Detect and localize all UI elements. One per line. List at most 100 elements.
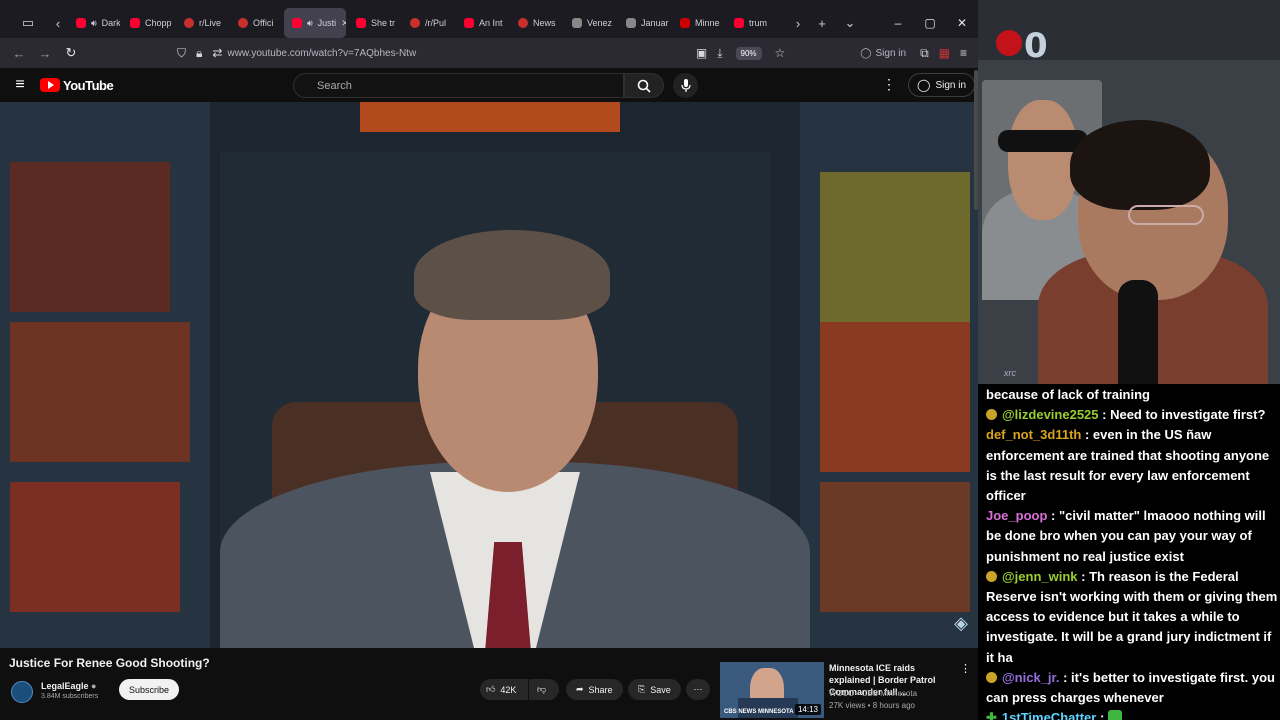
books-left-lower [10, 482, 180, 612]
chat-username[interactable]: @lizdevine2525 [1002, 407, 1099, 422]
account-circle-icon: ◯ [917, 78, 931, 92]
browser-signin-label: Sign in [875, 47, 907, 59]
browser-tab[interactable]: 🔊︎ Dark S [68, 8, 120, 38]
guide-menu-icon[interactable]: ≡ [0, 76, 40, 94]
subscribe-button[interactable]: Subscribe [119, 679, 179, 700]
recommended-thumbnail[interactable]: CBS NEWS MINNESOTA 14:13 [720, 662, 824, 718]
channel-name[interactable]: LegalEagle ● [41, 681, 96, 691]
zoom-level[interactable]: 90% [735, 46, 762, 60]
tab-label: Dark S [101, 18, 120, 28]
tab-favicon-icon [130, 18, 140, 28]
search-button[interactable] [624, 73, 664, 98]
scroll-tabs-right-icon[interactable]: › [788, 9, 808, 37]
bookmark-star-icon[interactable]: ☆ [775, 46, 786, 60]
tab-audio-icon[interactable]: 🔊︎ [307, 18, 313, 29]
browser-tab[interactable]: Offici [230, 8, 282, 38]
youtube-signin-button[interactable]: ◯ Sign in [908, 73, 976, 97]
forward-icon[interactable]: → [32, 46, 58, 61]
tab-label: She tr [371, 18, 396, 28]
tab-overview-icon[interactable]: ▭ [8, 9, 48, 37]
browser-tab[interactable]: An Int [456, 8, 508, 38]
voice-search-button[interactable] [673, 73, 698, 98]
new-tab-icon[interactable]: + [808, 9, 836, 37]
like-button[interactable]: 👍︎ 42K [480, 679, 528, 700]
recommended-more-icon[interactable]: ⋮ [960, 662, 971, 675]
tab-label: r/Live [199, 18, 222, 28]
subscriber-badge-icon [986, 671, 997, 683]
tab-close-icon[interactable]: ✕ [341, 18, 346, 29]
screen: ▭ ‹ 🔊︎ Dark S Chopp r/Live Offici 🔊︎ Justi ✕ She… [0, 0, 1280, 720]
chat-username[interactable]: @nick_jr. [1002, 670, 1059, 685]
reload-icon[interactable]: ↻ [58, 45, 84, 61]
shield-icon[interactable]: ⛉ [177, 46, 186, 61]
back-icon[interactable]: ← [6, 46, 32, 61]
chat-username[interactable]: Joe_poop [986, 508, 1047, 523]
browser-tab[interactable]: She tr [348, 8, 400, 38]
close-window-icon[interactable]: ✕ [946, 16, 978, 30]
url-text[interactable]: www.youtube.com/watch?v=7AQbhes-Ntw [227, 48, 416, 59]
share-arrow-icon: ➦ [576, 684, 584, 694]
download-icon[interactable]: ⤓ [717, 46, 722, 61]
chat-message: def_not_3d11th : even in the US ñaw enfo… [986, 425, 1280, 506]
browser-tab[interactable]: Minne [672, 8, 724, 38]
chat-username[interactable]: def_not_3d11th [986, 427, 1081, 442]
browser-tab[interactable]: Chopp [122, 8, 174, 38]
first-time-chatter-icon: ✚ [986, 710, 997, 720]
navigation-bar: ← → ↻ ⛉ 🔒︎ ⇄ www.youtube.com/watch?v=7AQ… [0, 38, 978, 68]
books-left-upper [10, 162, 170, 312]
settings-more-icon[interactable]: ⋮ [882, 76, 896, 93]
tab-audio-icon[interactable]: 🔊︎ [91, 18, 97, 29]
tab-label: Minne [695, 18, 720, 28]
extensions-icon[interactable]: ⧉ [920, 46, 929, 61]
browser-tab[interactable]: /r/Pul [402, 8, 454, 38]
scroll-tabs-left-icon[interactable]: ‹ [48, 9, 68, 37]
subscriber-badge-icon [986, 409, 997, 421]
video-player[interactable]: ◈ [0, 102, 978, 648]
microphone-icon [680, 78, 691, 92]
channel-watermark-icon[interactable]: ◈ [954, 613, 968, 634]
tab-favicon-icon [76, 18, 86, 28]
browser-tab[interactable]: r/Live [176, 8, 228, 38]
menu-icon[interactable]: ≡ [960, 46, 967, 60]
browser-tab[interactable]: trum [726, 8, 778, 38]
address-bar[interactable]: ⛉ 🔒︎ ⇄ www.youtube.com/watch?v=7AQbhes-N… [172, 42, 972, 64]
search-icon [637, 79, 651, 93]
search-box[interactable] [293, 73, 624, 98]
youtube-logo[interactable]: YouTube [40, 78, 114, 93]
reader-mode-icon[interactable]: ▣ [696, 46, 707, 60]
more-actions-button[interactable]: ⋯ [686, 679, 710, 700]
browser-tab[interactable]: Januar [618, 8, 670, 38]
save-button[interactable]: ⎘ Save [628, 679, 681, 700]
subscriber-count: 3.84M subscribers [41, 693, 99, 700]
search-input[interactable] [317, 79, 623, 92]
youtube-signin-label: Sign in [935, 79, 967, 91]
save-bookmark-icon: ⎘ [638, 684, 646, 694]
live-chat: because of lack of training @lizdevine252… [978, 384, 1280, 720]
permissions-icon[interactable]: ⇄ [212, 46, 222, 60]
browser-signin-button[interactable]: ◯ Sign in [860, 48, 906, 59]
chat-username[interactable]: @jenn_wink [1002, 569, 1078, 584]
tab-label: Offici [253, 18, 274, 28]
recommended-channel[interactable]: WCCO - CBS Minnesota [829, 688, 917, 700]
channel-name-text[interactable]: LegalEagle [41, 681, 89, 691]
channel-avatar[interactable] [11, 681, 33, 703]
account-icon: ◯ [860, 47, 872, 59]
browser-tab[interactable]: Venez [564, 8, 616, 38]
chat-message: because of lack of training [986, 385, 1280, 405]
dislike-button[interactable]: 👎︎ [529, 679, 559, 700]
tab-favicon-icon [680, 18, 690, 28]
presenter-hair [414, 230, 610, 320]
minimize-icon[interactable]: – [882, 16, 914, 30]
thumbs-down-icon: 👎︎ [537, 684, 547, 694]
tab-list-icon[interactable]: ⌄ [836, 9, 864, 37]
chat-username[interactable]: 1stTimeChatter [1002, 710, 1096, 720]
browser-tab[interactable]: News [510, 8, 562, 38]
maximize-icon[interactable]: ▢ [914, 16, 946, 30]
youtube-play-icon [40, 78, 60, 92]
overlay-tag: xrc [1004, 368, 1016, 378]
browser-tab[interactable]: 🔊︎ Justi ✕ [284, 8, 346, 38]
lock-icon[interactable]: 🔒︎ [196, 46, 202, 61]
addon-icon[interactable]: ▦ [939, 46, 950, 60]
share-button[interactable]: ➦ Share [566, 679, 623, 700]
like-count: 42K [500, 684, 517, 695]
